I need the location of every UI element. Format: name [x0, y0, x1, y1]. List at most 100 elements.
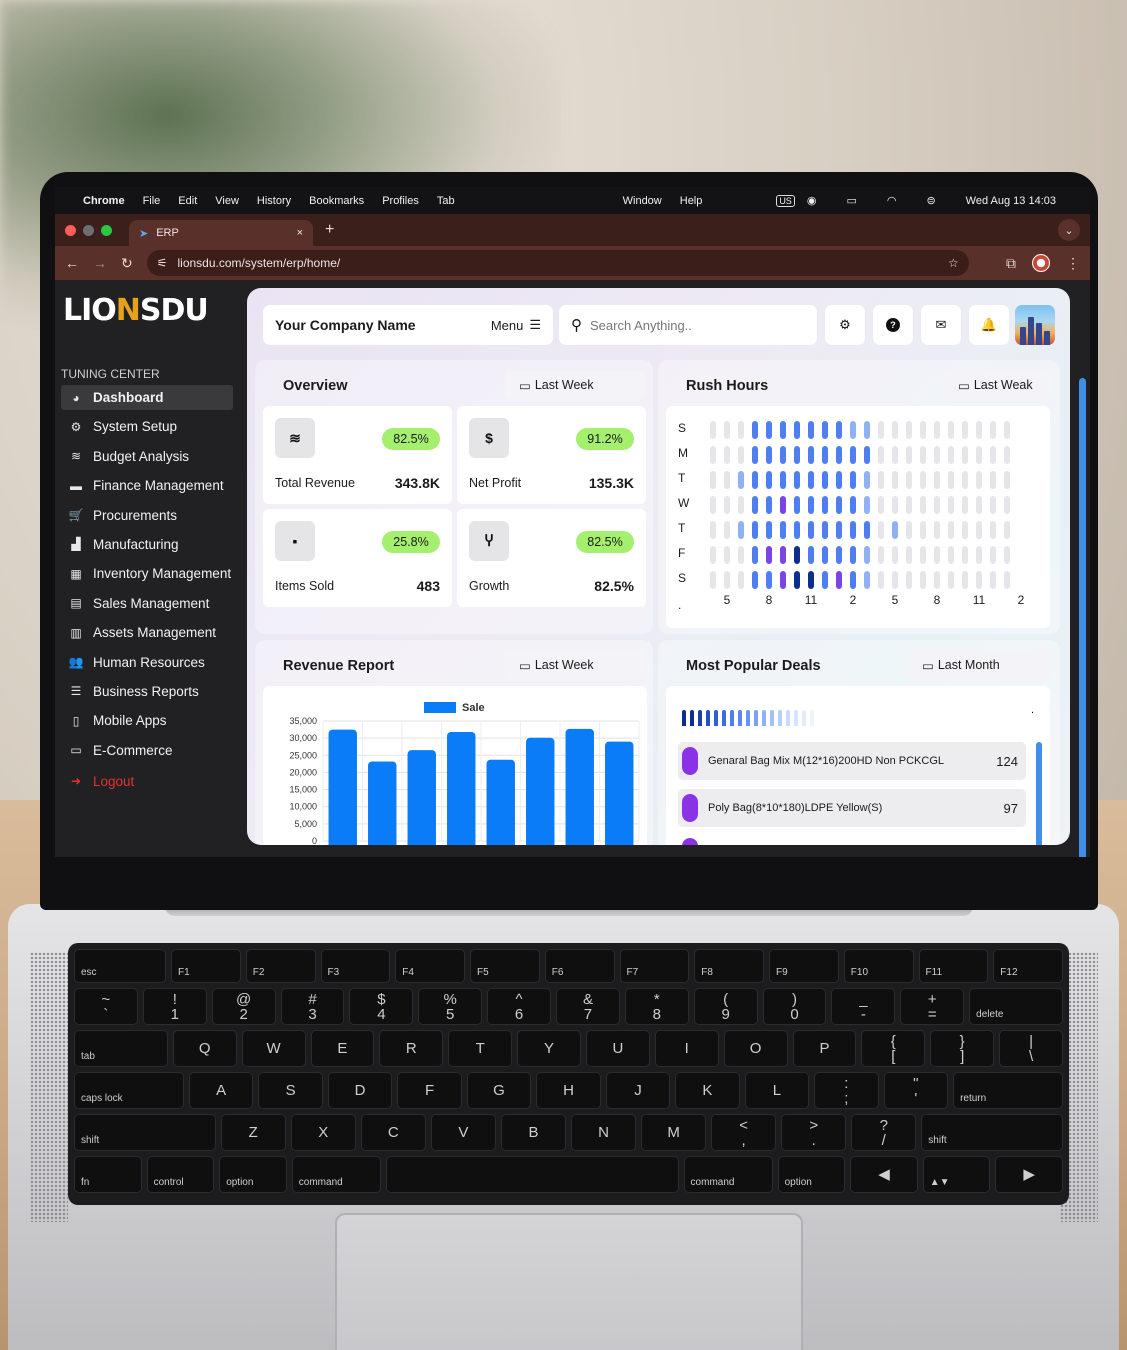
key[interactable]: delete — [969, 988, 1063, 1025]
key[interactable]: F11 — [918, 949, 989, 983]
key[interactable]: & 7 — [556, 988, 620, 1025]
key[interactable]: I — [654, 1030, 719, 1067]
key[interactable]: M — [641, 1114, 707, 1151]
key[interactable] — [385, 1156, 679, 1193]
key[interactable]: F4 — [395, 949, 466, 983]
sidebar-item-manufacturing[interactable]: ▟ Manufacturing — [61, 532, 233, 557]
key[interactable]: K — [675, 1072, 740, 1109]
key[interactable]: : ; — [814, 1072, 879, 1109]
revenue-bar[interactable] — [486, 759, 515, 845]
sidebar-item-assets-management[interactable]: ▥ Assets Management — [61, 620, 233, 645]
company-selector[interactable]: Your Company Name Menu ☰ — [263, 305, 553, 345]
key[interactable]: U — [585, 1030, 650, 1067]
sidebar-item-e-commerce[interactable]: ▭ E-Commerce — [61, 738, 233, 763]
deals-period-dropdown[interactable]: ▭ Last Month — [908, 650, 1050, 680]
key[interactable]: return — [953, 1072, 1063, 1109]
key[interactable]: esc — [74, 949, 167, 983]
sidebar-item-mobile-apps[interactable]: ▯ Mobile Apps — [61, 708, 233, 733]
key[interactable]: } ] — [930, 1030, 995, 1067]
key[interactable]: V — [430, 1114, 496, 1151]
menubar-item-edit[interactable]: Edit — [178, 195, 197, 207]
key[interactable]: F10 — [843, 949, 914, 983]
key[interactable]: ( 9 — [693, 988, 758, 1025]
revenue-bar[interactable] — [368, 761, 397, 845]
menubar-item-history[interactable]: History — [257, 195, 291, 207]
lionsdu-logo[interactable]: LIO N SDU — [61, 290, 243, 330]
wifi-icon[interactable]: ◠ — [887, 194, 897, 207]
key[interactable]: O — [723, 1030, 788, 1067]
key[interactable]: * 8 — [624, 988, 689, 1025]
menubar-item-window[interactable]: Window — [623, 195, 662, 207]
sidebar-item-dashboard[interactable]: ◕ Dashboard — [61, 385, 233, 410]
back-button[interactable]: ← — [65, 255, 79, 271]
key[interactable]: Z — [220, 1114, 286, 1151]
key[interactable]: ▶ — [995, 1156, 1063, 1193]
rush-hours-period-dropdown[interactable]: ▭ Last Weak — [944, 370, 1050, 400]
window-zoom-button[interactable] — [101, 224, 112, 236]
key[interactable]: < , — [711, 1114, 777, 1151]
key[interactable]: F8 — [694, 949, 765, 983]
key[interactable]: J — [605, 1072, 671, 1109]
menubar-item-tab[interactable]: Tab — [437, 195, 455, 207]
sidebar-item-inventory-management[interactable]: ▦ Inventory Management — [61, 561, 233, 586]
key[interactable]: caps lock — [74, 1072, 184, 1109]
key[interactable]: C — [360, 1114, 426, 1151]
menubar-item-help[interactable]: Help — [680, 195, 703, 207]
notifications-button[interactable]: 🔔 — [969, 305, 1009, 345]
key[interactable]: shift — [74, 1114, 216, 1151]
key[interactable]: B — [500, 1114, 566, 1151]
key[interactable]: Q — [172, 1030, 237, 1067]
browser-tab-erp[interactable]: ➤ ERP × — [129, 220, 313, 246]
key[interactable]: ? / — [851, 1114, 917, 1151]
key[interactable]: R — [379, 1030, 444, 1067]
key[interactable]: G — [466, 1072, 532, 1109]
overview-period-dropdown[interactable]: ▭ Last Week — [505, 370, 645, 400]
forward-button[interactable]: → — [93, 255, 107, 271]
tab-search-chevron-icon[interactable]: ⌄ — [1058, 219, 1080, 241]
battery-icon[interactable]: ▭ — [846, 194, 856, 207]
key[interactable]: F5 — [470, 949, 540, 983]
key[interactable]: ◀ — [850, 1156, 918, 1193]
key[interactable]: ▲▼ — [922, 1156, 991, 1193]
profile-avatar[interactable] — [1032, 254, 1050, 272]
key[interactable]: ! 1 — [142, 988, 207, 1025]
key[interactable]: L — [744, 1072, 810, 1109]
revenue-bar[interactable] — [328, 729, 357, 845]
key[interactable]: ~ ` — [74, 988, 138, 1025]
key[interactable]: T — [448, 1030, 513, 1067]
sidebar-item-finance-management[interactable]: ▬ Finance Management — [61, 473, 233, 498]
sidebar-item-business-reports[interactable]: ☰ Business Reports — [61, 679, 233, 704]
menubar-item-view[interactable]: View — [215, 195, 239, 207]
key[interactable]: D — [327, 1072, 393, 1109]
user-icon[interactable]: ◉ — [807, 194, 817, 207]
site-settings-icon[interactable]: ⚟ — [157, 256, 168, 270]
key[interactable]: F3 — [320, 949, 391, 983]
key[interactable]: + = — [900, 988, 965, 1025]
reload-button[interactable]: ↻ — [121, 255, 133, 272]
key[interactable]: option — [777, 1156, 846, 1193]
key[interactable]: F — [397, 1072, 462, 1109]
sidebar-item-sales-management[interactable]: ▤ Sales Management — [61, 591, 233, 616]
menubar-clock[interactable]: Wed Aug 13 14:03 — [966, 195, 1056, 207]
key[interactable]: > . — [781, 1114, 847, 1151]
key[interactable]: # 3 — [280, 988, 345, 1025]
sidebar-item-human-resources[interactable]: 👥 Human Resources — [61, 650, 233, 675]
key[interactable]: H — [536, 1072, 601, 1109]
deals-scrollbar[interactable] — [1036, 742, 1042, 845]
key[interactable]: F6 — [544, 949, 615, 983]
sidebar-item-budget-analysis[interactable]: ≋ Budget Analysis — [61, 444, 233, 469]
key[interactable]: S — [258, 1072, 323, 1109]
revenue-bar[interactable] — [605, 741, 634, 845]
key[interactable]: P — [792, 1030, 857, 1067]
key[interactable]: command — [683, 1156, 773, 1193]
extensions-icon[interactable]: ⧉ — [1006, 255, 1016, 272]
key[interactable]: ^ 6 — [487, 988, 552, 1025]
key[interactable]: N — [570, 1114, 637, 1151]
key[interactable]: F7 — [619, 949, 690, 983]
key[interactable]: A — [188, 1072, 254, 1109]
key[interactable]: tab — [74, 1030, 168, 1067]
key[interactable]: option — [219, 1156, 287, 1193]
key[interactable]: shift — [921, 1114, 1063, 1151]
input-source-indicator[interactable]: US — [776, 194, 795, 207]
key[interactable]: @ 2 — [211, 988, 276, 1025]
